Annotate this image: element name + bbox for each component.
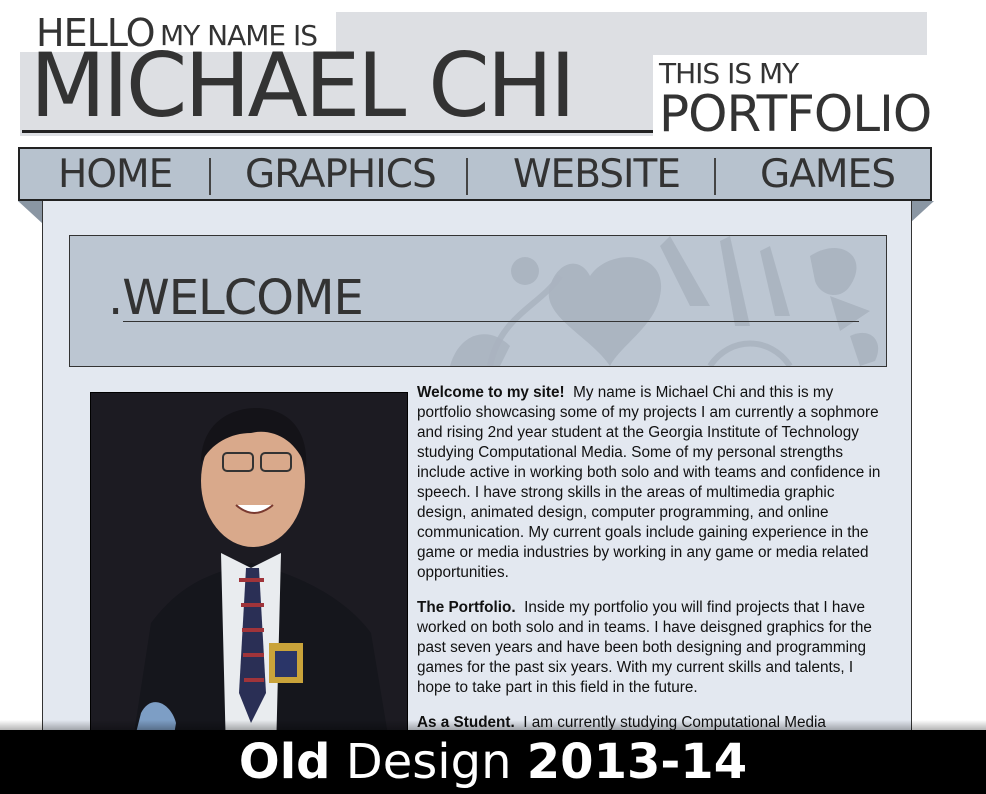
ribbon-fold-right xyxy=(910,201,934,223)
site-name: MICHAEL CHI xyxy=(30,34,576,137)
paragraph-lead: Welcome to my site! xyxy=(417,384,565,401)
welcome-banner: .WELCOME xyxy=(69,235,887,367)
name-underline xyxy=(22,130,654,133)
intro-text: Welcome to my site! My name is Michael C… xyxy=(417,383,887,741)
nav-website[interactable]: WEBSITE xyxy=(513,152,681,197)
welcome-underline xyxy=(123,321,859,322)
portfolio-tag: THIS IS MY PORTFOLIO xyxy=(653,55,932,143)
nav-separator xyxy=(714,158,716,195)
nav-games[interactable]: GAMES xyxy=(760,152,896,197)
paragraph: The Portfolio. Inside my portfolio you w… xyxy=(417,598,887,698)
main-nav: HOME GRAPHICS WEBSITE GAMES xyxy=(18,147,932,201)
caption-years: 2013-14 xyxy=(526,734,748,790)
ribbon-fold-left xyxy=(18,201,42,223)
profile-photo xyxy=(90,392,408,741)
welcome-heading: .WELCOME xyxy=(108,270,364,326)
nav-graphics[interactable]: GRAPHICS xyxy=(245,152,437,197)
caption-bar: Old Design 2013-14 xyxy=(0,730,986,794)
caption-design: Design xyxy=(345,734,512,790)
nav-separator xyxy=(209,158,211,195)
paragraph-body: My name is Michael Chi and this is my po… xyxy=(417,384,881,581)
paragraph-lead: The Portfolio. xyxy=(417,599,516,616)
nav-home[interactable]: HOME xyxy=(58,152,173,197)
caption-old: Old xyxy=(238,734,331,790)
nav-separator xyxy=(466,158,468,195)
portfolio-text: PORTFOLIO xyxy=(659,85,932,143)
portrait-image xyxy=(91,393,407,741)
paragraph: Welcome to my site! My name is Michael C… xyxy=(417,383,887,583)
content-panel: .WELCOME Welcome to my site! My name is … xyxy=(42,201,912,741)
